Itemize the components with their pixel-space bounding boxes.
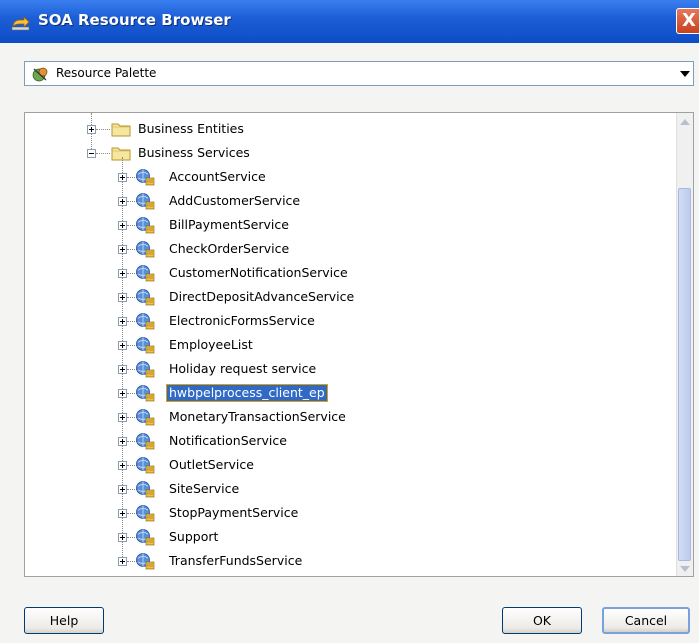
- tree-folder-label: Business Entities: [138, 121, 244, 136]
- service-label[interactable]: DirectDepositAdvanceService: [169, 289, 354, 305]
- business-service-icon: [136, 409, 155, 426]
- service-label[interactable]: Holiday request service: [169, 361, 316, 377]
- business-service-icon: [136, 241, 155, 258]
- selected-service-label[interactable]: hwbpelprocess_client_ep: [166, 384, 328, 402]
- business-service-icon: [136, 481, 155, 498]
- expand-icon[interactable]: [118, 533, 127, 542]
- service-label[interactable]: OutletService: [169, 457, 254, 473]
- expand-icon[interactable]: [118, 173, 127, 182]
- tree-folder-label: Business Services: [138, 145, 250, 160]
- close-button[interactable]: X: [676, 8, 699, 34]
- expand-icon[interactable]: [118, 317, 127, 326]
- help-button[interactable]: Help: [24, 607, 104, 634]
- tree-connector: [96, 153, 110, 154]
- business-service-icon: [136, 337, 155, 354]
- expand-icon[interactable]: [118, 221, 127, 230]
- service-label[interactable]: AddCustomerService: [169, 193, 300, 209]
- business-service-icon: [136, 433, 155, 450]
- tree-guide-line: [122, 157, 123, 561]
- expand-icon[interactable]: [118, 413, 127, 422]
- expand-icon[interactable]: [118, 461, 127, 470]
- service-label[interactable]: ElectronicFormsService: [169, 313, 315, 329]
- resource-palette-dropdown[interactable]: Resource Palette: [24, 61, 694, 86]
- business-service-icon: [136, 289, 155, 306]
- scroll-up-arrow-icon[interactable]: [680, 119, 690, 125]
- expand-icon[interactable]: [118, 293, 127, 302]
- window-title: SOA Resource Browser: [38, 11, 231, 29]
- service-label[interactable]: MonetaryTransactionService: [169, 409, 346, 425]
- expand-icon[interactable]: [118, 509, 127, 518]
- title-bar[interactable]: SOA Resource Browser X: [0, 0, 699, 43]
- service-label[interactable]: TransferFundsService: [169, 553, 302, 569]
- expand-icon[interactable]: [87, 125, 96, 134]
- vertical-scrollbar[interactable]: [676, 113, 693, 576]
- expand-icon[interactable]: [118, 269, 127, 278]
- collapse-icon[interactable]: [87, 149, 96, 158]
- resource-tree[interactable]: Business Entities Business Services Accoun…: [24, 112, 694, 577]
- business-service-icon: [136, 457, 155, 474]
- service-label[interactable]: Support: [169, 529, 218, 545]
- folder-icon: [111, 147, 131, 161]
- expand-icon[interactable]: [118, 365, 127, 374]
- scroll-down-arrow-icon[interactable]: [680, 566, 690, 572]
- business-service-icon: [136, 313, 155, 330]
- cancel-button[interactable]: Cancel: [602, 607, 690, 634]
- business-service-icon: [136, 217, 155, 234]
- expand-icon[interactable]: [118, 341, 127, 350]
- service-label[interactable]: EmployeeList: [169, 337, 253, 353]
- business-service-icon: [136, 265, 155, 282]
- business-service-icon: [136, 193, 155, 210]
- business-service-icon: [136, 361, 155, 378]
- expand-icon[interactable]: [118, 389, 127, 398]
- service-label[interactable]: SiteService: [169, 481, 239, 497]
- expand-icon[interactable]: [118, 245, 127, 254]
- business-service-icon: [136, 169, 155, 186]
- service-label[interactable]: CustomerNotificationService: [169, 265, 348, 281]
- business-service-icon: [136, 385, 155, 402]
- folder-icon: [111, 123, 131, 137]
- ok-button[interactable]: OK: [502, 607, 582, 634]
- resource-palette-icon: [32, 67, 48, 82]
- service-label[interactable]: AccountService: [169, 169, 266, 185]
- dropdown-selected-value: Resource Palette: [56, 66, 157, 80]
- expand-icon[interactable]: [118, 437, 127, 446]
- service-label[interactable]: NotificationService: [169, 433, 287, 449]
- expand-icon[interactable]: [118, 197, 127, 206]
- chevron-down-icon[interactable]: [680, 71, 690, 77]
- business-service-icon: [136, 553, 155, 570]
- service-label[interactable]: StopPaymentService: [169, 505, 298, 521]
- tree-connector: [96, 129, 110, 130]
- business-service-icon: [136, 505, 155, 522]
- soa-app-icon: [11, 16, 30, 31]
- service-label[interactable]: CheckOrderService: [169, 241, 289, 257]
- service-label[interactable]: BillPaymentService: [169, 217, 289, 233]
- business-service-icon: [136, 529, 155, 546]
- expand-icon[interactable]: [118, 557, 127, 566]
- scroll-thumb[interactable]: [678, 188, 691, 561]
- expand-icon[interactable]: [118, 485, 127, 494]
